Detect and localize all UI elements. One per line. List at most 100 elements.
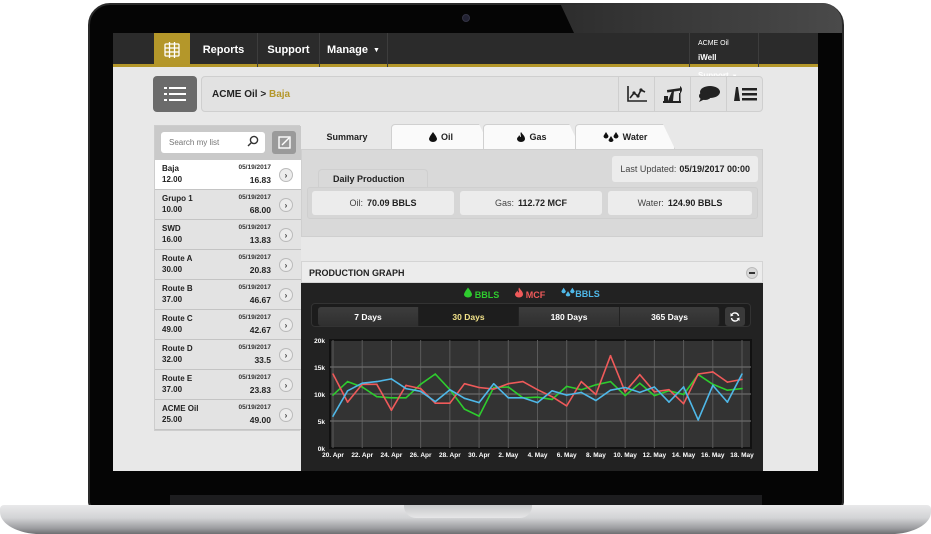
well-list-button[interactable] <box>726 77 762 111</box>
search-icon[interactable] <box>247 135 259 147</box>
list-item[interactable]: Route C 49.00 05/19/2017 42.67 › <box>155 310 301 340</box>
data-point <box>741 378 743 381</box>
list-item[interactable]: Route D 32.00 05/19/2017 33.5 › <box>155 340 301 370</box>
range-180-days[interactable]: 180 Days <box>519 307 620 326</box>
legend-water[interactable]: BBLS <box>561 287 600 301</box>
data-point <box>682 402 685 405</box>
data-point <box>361 386 364 388</box>
data-point <box>624 394 626 397</box>
chevron-right-icon[interactable]: › <box>279 348 293 362</box>
data-point <box>405 384 407 387</box>
flame-icon <box>515 287 524 298</box>
data-point <box>346 389 349 392</box>
tab-oil[interactable]: Oil <box>391 124 491 149</box>
data-point <box>522 380 524 383</box>
chevron-right-icon[interactable]: › <box>279 168 293 182</box>
range-selector: 7 Days 30 Days 180 Days 365 Days <box>311 303 751 327</box>
data-point <box>595 384 597 386</box>
data-point <box>390 409 393 411</box>
refresh-icon <box>730 311 740 322</box>
chevron-right-icon[interactable]: › <box>279 288 293 302</box>
messages-button[interactable] <box>690 77 726 111</box>
breadcrumb-parent[interactable]: ACME Oil <box>212 89 258 100</box>
list-menu-icon <box>164 87 186 101</box>
data-point <box>653 386 656 388</box>
oil-drop-icon <box>464 287 473 298</box>
data-point <box>741 373 743 375</box>
legend-water-label: BBLS <box>575 289 600 299</box>
item-value: 37.00 <box>162 385 183 394</box>
list-item[interactable]: Route A 30.00 05/19/2017 20.83 › <box>155 250 301 280</box>
breadcrumb-separator: > <box>257 89 269 100</box>
list-item[interactable]: ACME Oil 25.00 05/19/2017 49.00 › <box>155 400 301 430</box>
refresh-button[interactable] <box>725 307 745 326</box>
water-drops-icon <box>603 132 619 142</box>
chart-legend: BBLS MCF BBLS <box>301 287 763 301</box>
item-date: 05/19/2017 <box>238 344 271 351</box>
bezel-glare <box>560 3 842 33</box>
daily-production-label: Daily Production <box>318 169 428 187</box>
data-point <box>638 373 641 376</box>
data-point <box>376 380 378 383</box>
chevron-right-icon[interactable]: › <box>279 198 293 212</box>
list-item[interactable]: Route B 37.00 05/19/2017 46.67 › <box>155 280 301 310</box>
chevron-right-icon[interactable]: › <box>279 318 293 332</box>
range-7-days[interactable]: 7 Days <box>318 307 419 326</box>
item-amount: 49.00 <box>249 415 271 425</box>
chevron-right-icon[interactable]: › <box>279 258 293 272</box>
user-company: ACME Oil <box>698 40 729 47</box>
collapse-icon[interactable] <box>746 267 758 279</box>
list-item[interactable]: Grupo 1 10.00 05/19/2017 68.00 › <box>155 190 301 220</box>
home-logo-button[interactable] <box>154 33 190 67</box>
laptop-frame: Reports Support Manage ▼ ACME Oil iWell S… <box>0 0 931 534</box>
data-point <box>434 373 437 375</box>
data-point <box>536 388 539 391</box>
legend-gas[interactable]: MCF <box>515 287 545 301</box>
list-menu-button[interactable] <box>153 76 197 112</box>
data-point <box>376 383 378 386</box>
item-name: Route E <box>162 374 193 383</box>
legend-oil[interactable]: BBLS <box>464 287 499 301</box>
chevron-right-icon[interactable]: › <box>279 408 293 422</box>
laptop-notch <box>404 505 532 518</box>
list-item[interactable]: SWD 16.00 05/19/2017 13.83 › <box>155 220 301 250</box>
production-line-chart: 0k5k10k15k20k20. Apr 22. Apr 24. Apr 26. Ap… <box>314 338 754 459</box>
grid-globe-icon <box>164 42 180 58</box>
edit-list-button[interactable] <box>272 131 296 154</box>
legend-gas-label: MCF <box>525 290 546 300</box>
item-date: 05/19/2017 <box>238 404 271 411</box>
nav-support[interactable]: Support <box>258 33 320 67</box>
y-tick-label: 10k <box>314 392 325 399</box>
nav-reports-label: Reports <box>202 44 245 56</box>
chevron-right-icon[interactable]: › <box>279 228 293 242</box>
tab-bar: Summary Oil Gas Water <box>301 121 763 149</box>
chevron-right-icon[interactable]: › <box>279 378 293 392</box>
nav-reports[interactable]: Reports <box>190 33 258 67</box>
tab-summary[interactable]: Summary <box>301 124 393 149</box>
user-menu[interactable]: ACME Oil iWell Support▼ <box>689 33 759 80</box>
y-tick-label: 15k <box>314 365 325 372</box>
list-item[interactable]: Route E 37.00 05/19/2017 23.83 › <box>155 370 301 400</box>
nav-manage[interactable]: Manage ▼ <box>320 33 388 67</box>
range-30-days[interactable]: 30 Days <box>419 307 519 326</box>
pumpjack-icon <box>662 86 682 103</box>
tab-gas[interactable]: Gas <box>483 124 581 149</box>
item-date: 05/19/2017 <box>238 284 271 291</box>
search-area <box>155 126 301 160</box>
item-value: 32.00 <box>162 355 183 364</box>
range-365-days[interactable]: 365 Days <box>620 307 720 326</box>
tab-water[interactable]: Water <box>575 124 675 149</box>
list-item[interactable]: Baja 12.00 05/19/2017 16.83 › <box>155 160 301 190</box>
data-point <box>332 394 334 396</box>
range-180-days-label: 180 Days <box>550 311 588 322</box>
charts-button[interactable] <box>618 77 654 111</box>
production-graph: BBLS MCF BBLS 7 Days 30 Days 180 Days 36… <box>301 283 763 471</box>
toolbar-icons <box>618 77 762 111</box>
tab-summary-label: Summary <box>326 131 368 142</box>
water-label: Water: <box>637 198 664 208</box>
production-graph-header[interactable]: PRODUCTION GRAPH <box>301 261 763 283</box>
data-point <box>507 386 510 388</box>
water-production: Water: 124.90 BBLS <box>608 191 752 215</box>
wells-button[interactable] <box>654 77 690 111</box>
x-tick-label: 22. Apr <box>351 452 373 459</box>
